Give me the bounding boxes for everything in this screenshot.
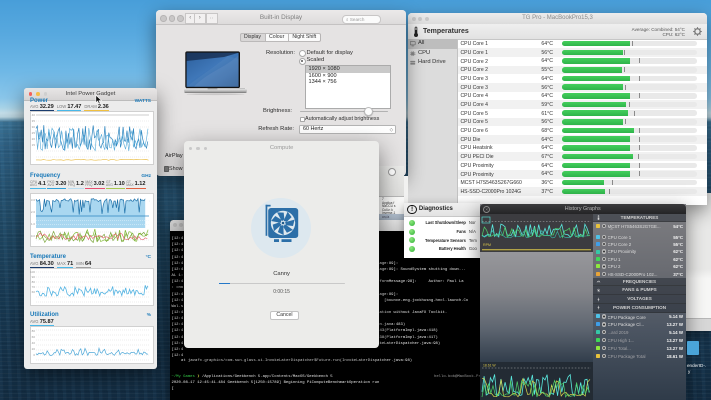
svg-text:20: 20 [32,137,36,141]
svg-text:0.0: 0.0 [31,234,36,238]
svg-text:RPM: RPM [483,243,491,247]
svg-text:90: 90 [32,275,36,279]
svg-text:18.61 W: 18.61 W [483,364,496,368]
svg-text:60: 60 [32,290,36,294]
svg-text:0: 0 [33,353,35,357]
svg-text:3.0: 3.0 [31,198,36,202]
svg-text:15: 15 [32,143,36,147]
svg-text:25: 25 [32,131,36,135]
svg-text:80: 80 [32,280,36,284]
svg-text:35: 35 [32,119,36,123]
svg-text:1.0: 1.0 [31,222,36,226]
svg-text:40: 40 [32,113,36,117]
svg-text:80: 80 [32,329,36,333]
svg-text:100: 100 [30,270,35,274]
svg-text:40: 40 [32,341,36,345]
svg-text:70: 70 [32,285,36,289]
svg-text:2.0: 2.0 [31,210,36,214]
svg-text:20: 20 [32,347,36,351]
svg-text:60: 60 [32,335,36,339]
svg-text:30: 30 [32,125,36,129]
